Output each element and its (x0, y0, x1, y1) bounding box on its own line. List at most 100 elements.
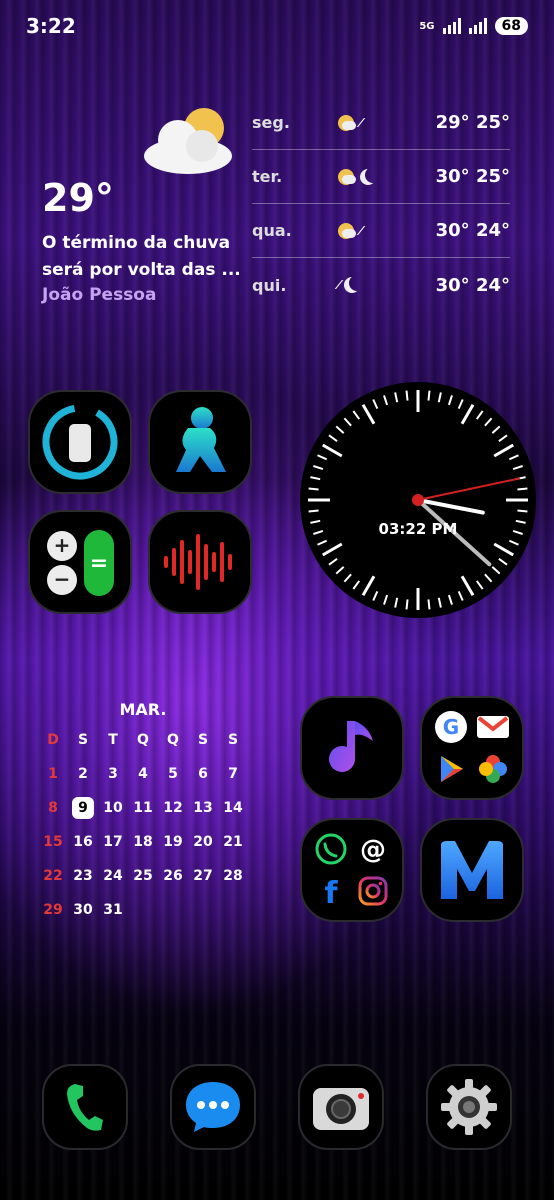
status-time: 3:22 (26, 14, 76, 38)
weather-description-line1: O término da chuva (42, 233, 231, 253)
weekday-header: T (108, 732, 118, 748)
calendar-today[interactable]: 9 (72, 797, 94, 819)
svg-text:+: + (54, 533, 71, 557)
music-icon (329, 721, 373, 772)
forecast-row: ter. 30° 25° (252, 150, 510, 204)
calendar-day[interactable]: 5 (158, 763, 188, 785)
weekday-header: S (227, 732, 239, 748)
minute-tick (427, 599, 431, 610)
moon-cloud-icon (344, 277, 360, 293)
weekday-header: D (47, 732, 59, 748)
minute-tick (517, 509, 528, 513)
google-apps-folder[interactable]: G (420, 696, 524, 800)
phone-icon (67, 1084, 103, 1131)
calendar-day[interactable]: 8 (38, 797, 68, 819)
calendar-day[interactable]: 11 (128, 797, 158, 819)
calendar-widget[interactable]: MAR. D S T Q Q S S 1 2 3 4 5 6 7 8 9 10 11 12 13 14 15 16 17 18 1… (38, 700, 248, 921)
voice-recorder-app[interactable] (148, 510, 252, 614)
calendar-day[interactable]: 30 (68, 899, 98, 921)
calendar-day[interactable]: 1 (38, 763, 68, 785)
instagram-icon[interactable] (356, 874, 390, 908)
calendar-day[interactable]: 22 (38, 865, 68, 887)
calendar-day[interactable]: 16 (68, 831, 98, 853)
forecast-icons: ⁄⁄⁄ (338, 114, 408, 131)
calendar-day[interactable]: 18 (128, 831, 158, 853)
google-icon[interactable]: G (434, 710, 468, 744)
device-care-icon (42, 404, 118, 480)
calendar-day[interactable]: 28 (218, 865, 248, 887)
calendar-day[interactable]: 23 (68, 865, 98, 887)
camera-icon (313, 1088, 369, 1130)
device-care-app[interactable] (28, 390, 132, 494)
sun-cloud-icon[interactable] (138, 102, 234, 178)
calendar-day[interactable]: 6 (188, 763, 218, 785)
status-icons: 5G 68 (419, 17, 528, 35)
minute-tick (405, 599, 409, 610)
calendar-day[interactable]: 25 (128, 865, 158, 887)
calendar-day[interactable]: 26 (158, 865, 188, 887)
analog-clock-widget[interactable]: 03:22 PM (298, 380, 538, 620)
minute-tick (405, 390, 409, 401)
calculator-icon: + − = (47, 530, 114, 596)
svg-text:@: @ (360, 835, 386, 865)
photos-icon[interactable] (476, 752, 510, 786)
calendar-day[interactable]: 10 (98, 797, 128, 819)
calendar-day[interactable]: 12 (158, 797, 188, 819)
music-app[interactable] (300, 696, 404, 800)
calendar-day[interactable]: 20 (188, 831, 218, 853)
calendar-day[interactable]: 31 (98, 899, 128, 921)
forecast-day: ter. (252, 167, 283, 186)
camera-app[interactable] (298, 1064, 384, 1150)
messages-icon (186, 1082, 240, 1132)
settings-app[interactable] (426, 1064, 512, 1150)
fitness-app[interactable] (148, 390, 252, 494)
forecast-table[interactable]: seg. ⁄⁄⁄ 29° 25° ter. 30° 25° qua. ⁄⁄⁄ 3… (252, 96, 510, 312)
whatsapp-icon[interactable] (314, 832, 348, 866)
forecast-row: qua. ⁄⁄⁄ 30° 24° (252, 204, 510, 258)
threads-icon[interactable]: @ (356, 832, 390, 866)
calendar-day[interactable]: 24 (98, 865, 128, 887)
sun-cloud-icon (338, 222, 356, 239)
digital-time: 03:22 PM (379, 520, 458, 538)
calendar-day[interactable]: 27 (188, 865, 218, 887)
m-app-icon (441, 841, 503, 899)
gmail-icon[interactable] (476, 710, 510, 744)
calendar-grid: D S T Q Q S S 1 2 3 4 5 6 7 8 9 10 11 12 13 14 15 16 17 18 19 20 21… (38, 729, 248, 921)
phone-app[interactable] (42, 1064, 128, 1150)
forecast-day: qua. (252, 221, 292, 240)
forecast-row: qui. ⁄⁄⁄ 30° 24° (252, 258, 510, 312)
calendar-day[interactable]: 13 (188, 797, 218, 819)
social-apps-folder[interactable]: @ f (300, 818, 404, 922)
calendar-day[interactable]: 4 (128, 763, 158, 785)
forecast-icons (338, 168, 408, 185)
calendar-day[interactable]: 3 (98, 763, 128, 785)
current-temperature[interactable]: 29° (42, 176, 114, 220)
weekday-header: Q (137, 732, 149, 748)
minute-tick (308, 487, 319, 491)
m-app[interactable] (420, 818, 524, 922)
weekday-header: Q (167, 732, 179, 748)
forecast-row: seg. ⁄⁄⁄ 29° 25° (252, 96, 510, 150)
calculator-app[interactable]: + − = (28, 510, 132, 614)
weather-description-line2: será por volta das ... (42, 260, 241, 280)
facebook-icon[interactable]: f (314, 874, 348, 908)
forecast-day: seg. (252, 113, 290, 132)
forecast-temps: 30° 25° (435, 166, 510, 187)
sun-cloud-icon (338, 168, 356, 185)
status-bar: 3:22 5G 68 (0, 0, 554, 52)
calendar-day[interactable]: 19 (158, 831, 188, 853)
battery-icon: 68 (494, 17, 528, 35)
calendar-day[interactable]: 15 (38, 831, 68, 853)
svg-text:=: = (90, 551, 108, 576)
play-store-icon[interactable] (434, 752, 468, 786)
calendar-day[interactable]: 2 (68, 763, 98, 785)
calendar-day[interactable]: 7 (218, 763, 248, 785)
calendar-day[interactable]: 14 (218, 797, 248, 819)
forecast-temps: 30° 24° (435, 274, 510, 296)
calendar-day[interactable]: 21 (218, 831, 248, 853)
messages-app[interactable] (170, 1064, 256, 1150)
network-type-label: 5G (419, 20, 435, 32)
calendar-day[interactable]: 17 (98, 831, 128, 853)
calendar-day[interactable]: 29 (38, 899, 68, 921)
minute-tick (308, 509, 319, 513)
